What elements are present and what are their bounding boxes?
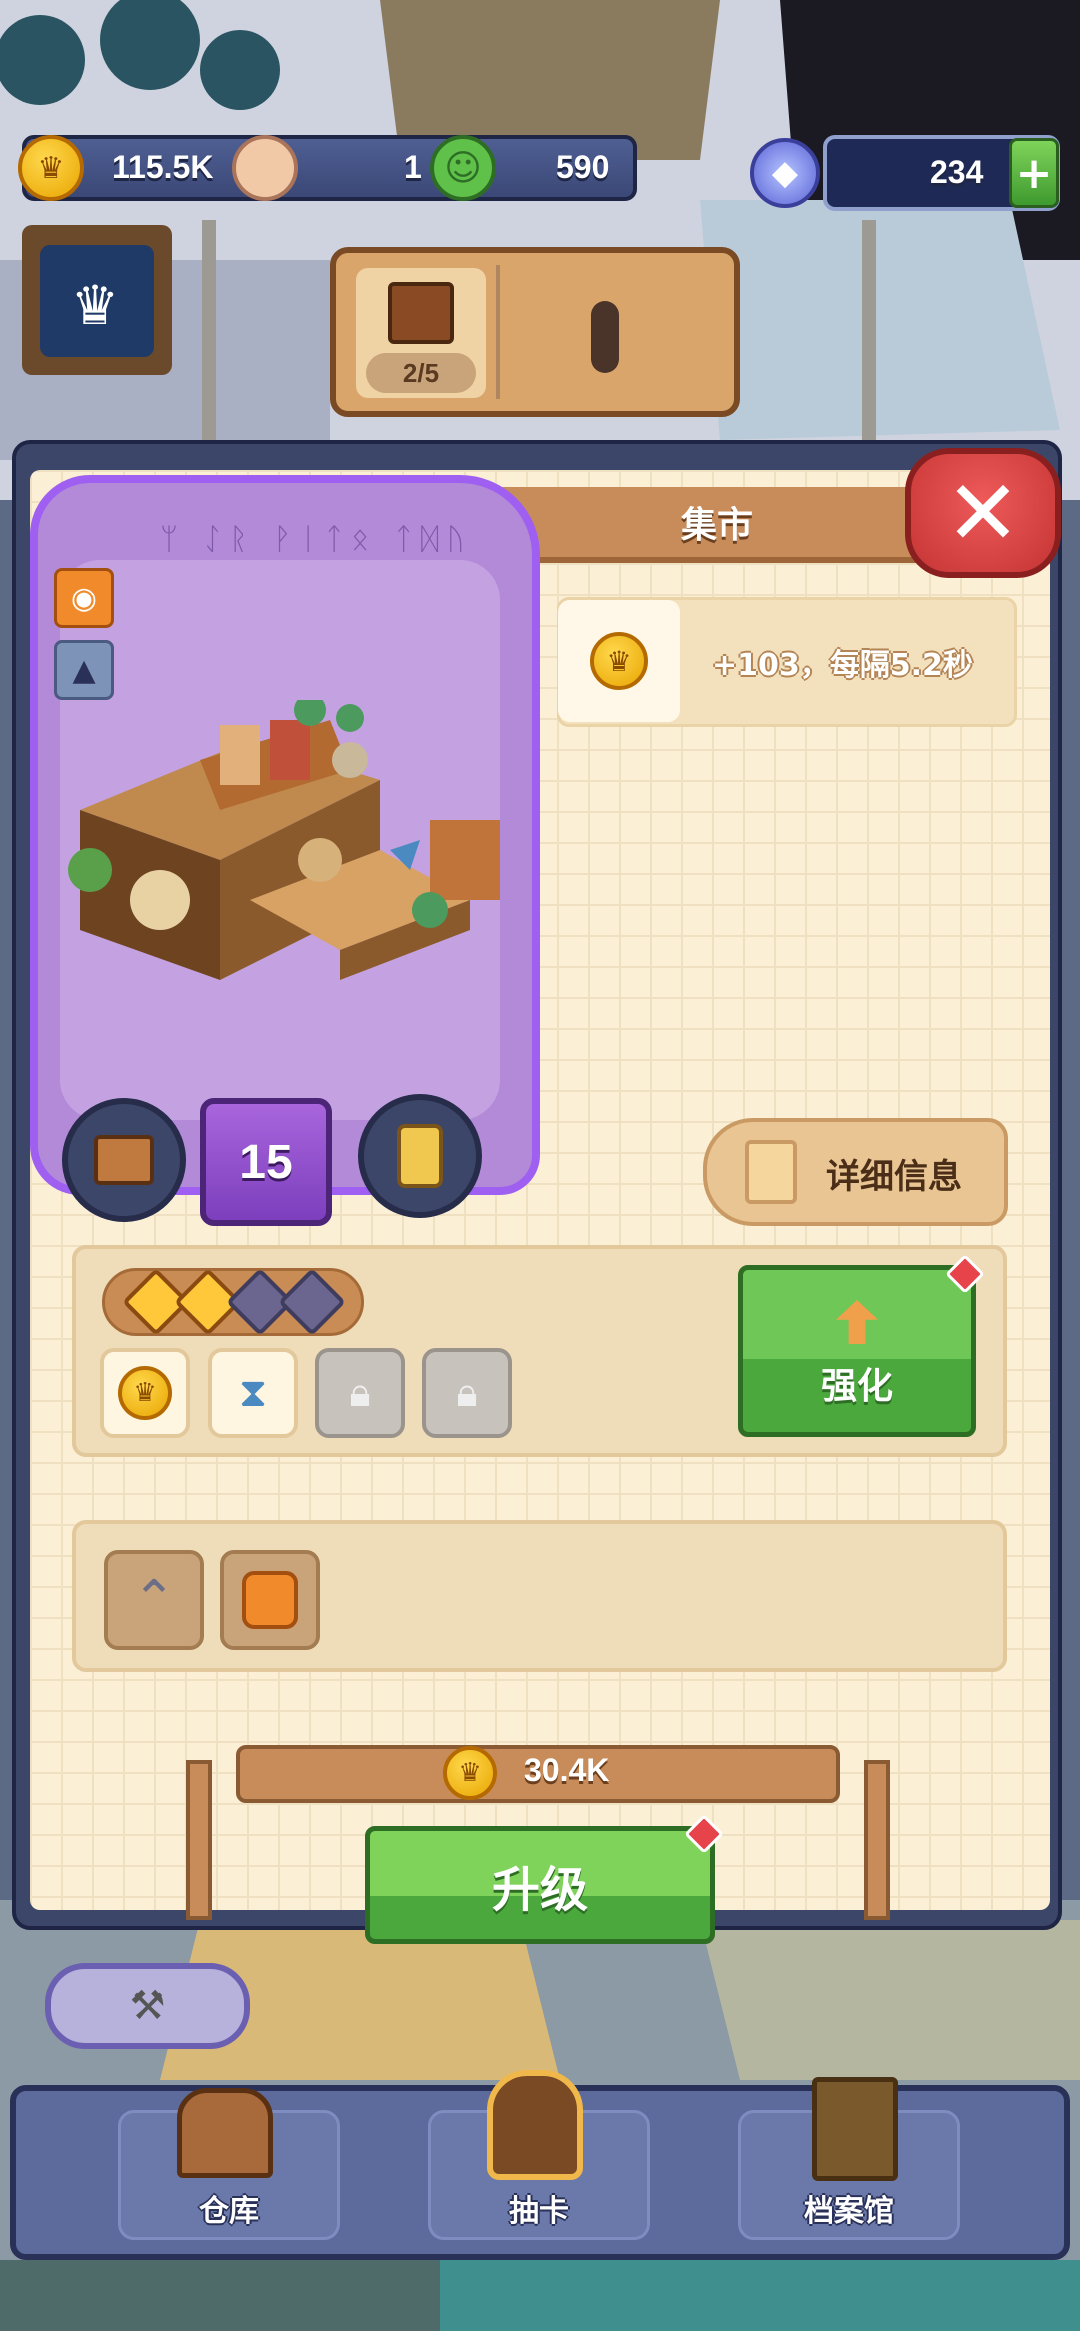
nav-card-draw-label: 抽卡 [509,2194,569,2229]
skill-locked[interactable]: 🔒︎ [422,1348,512,1438]
sign-post [186,1760,212,1920]
close-icon: ✕ [945,460,1021,566]
panel-title: 集市 [680,505,753,546]
plus-icon: + [1015,147,1053,199]
gems-value: 234 [930,154,984,190]
villager-icon [232,135,298,201]
rank-chevron-icon: ⌃ [132,1570,176,1630]
chest-sign[interactable]: 2/5 [330,247,740,417]
skill-locked[interactable]: 🔒︎ [315,1348,405,1438]
enhance-button[interactable] [738,1265,976,1437]
hourglass-icon: ⧗ [238,1370,268,1416]
treasure-chest-icon [388,282,454,344]
crown-banner-icon[interactable]: ♛ [55,265,135,345]
upgrade-cost: 30.4K [524,1752,610,1788]
upgrade-label: 升级 [491,1862,588,1918]
close-button[interactable]: ✕ [905,448,1061,578]
wolf-icon: ▲ [54,640,114,700]
card-draw-icon [480,2070,590,2180]
smiley-icon: ☺ [430,135,496,201]
production-rate: +103，每隔5.2秒 [712,648,973,683]
gold-value: 115.5K [112,149,214,185]
bonus-rank[interactable]: ⌃ [104,1550,204,1650]
building-level: 15 [200,1098,332,1226]
gem-icon: ◆ [750,138,820,208]
add-gems-button[interactable]: + [1009,138,1059,208]
coin-boost-icon: ♛ [118,1366,172,1420]
chest-count: 2/5 [366,353,476,393]
collect-box-button[interactable] [62,1098,186,1222]
coin-bag-upgrade-icon [242,1571,298,1629]
bonus-coin-bag[interactable] [220,1550,320,1650]
sign-post [864,1760,890,1920]
lock-icon: 🔒︎ [349,1370,371,1416]
market-stall-illustration [68,700,500,980]
key-slot-icon [591,301,619,373]
crown-coin-icon: ♛ [590,632,648,690]
details-label: 详细信息 [826,1157,962,1197]
scroll-icon [745,1140,797,1204]
lock-icon: 🔒︎ [456,1370,478,1416]
enhance-label: 强化 [820,1366,893,1407]
lantern-icon [397,1124,443,1188]
upgrade-button[interactable]: 升级 [365,1826,715,1944]
population-value: 1 [404,149,422,185]
divider [496,265,500,399]
skill-coin-boost[interactable]: ♛ [100,1348,190,1438]
hammer-icon: ⚒ [129,1983,166,2029]
crown-coin-icon: ♛ [18,135,84,201]
build-hammer-button[interactable]: ⚒ [45,1963,250,2049]
bonus-section [72,1520,1007,1672]
happiness-value: 590 [556,149,610,185]
skill-hourglass[interactable]: ⧗ [208,1348,298,1438]
lantern-button[interactable] [358,1094,482,1218]
collect-box-icon [94,1135,154,1185]
archive-icon [800,2074,910,2184]
warehouse-icon [170,2078,280,2188]
production-icon-slot: ♛ [558,600,680,722]
nav-archive-label: 档案馆 [804,2194,894,2229]
coin-bag-icon: ◉ [54,568,114,628]
crown-coin-icon: ♛ [443,1746,497,1800]
rune-inscription: ᛘ ᛇᚱ ᚹᛁᛏᛟ ᛏᛞᚢ [160,522,473,557]
nav-warehouse-label: 仓库 [199,2194,259,2229]
